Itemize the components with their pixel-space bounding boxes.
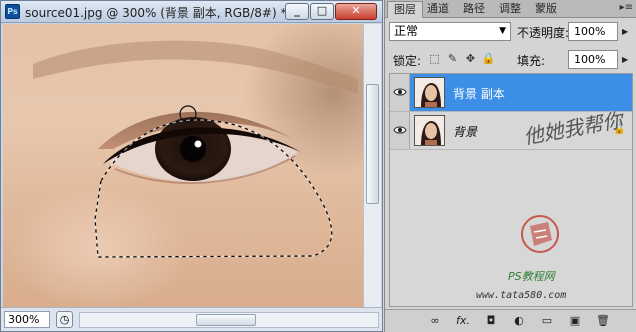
watermark-site-url: www.tata580.com bbox=[476, 290, 566, 301]
fill-input[interactable]: 100% bbox=[568, 50, 618, 69]
tab-masks[interactable]: 蒙版 bbox=[529, 1, 563, 18]
panel-tab-bar: 图层 通道 路径 调整 蒙版 ▸≡ bbox=[385, 0, 636, 18]
panel-menu-icon[interactable]: ▸≡ bbox=[620, 2, 633, 13]
navigator-icon[interactable]: ◷ bbox=[56, 311, 73, 328]
tab-adjustments[interactable]: 调整 bbox=[493, 1, 527, 18]
blend-mode-select[interactable]: 正常 ▼ bbox=[389, 22, 511, 41]
image-canvas[interactable] bbox=[3, 24, 363, 307]
eye-icon bbox=[393, 126, 407, 134]
close-button[interactable]: ✕ bbox=[335, 3, 377, 20]
adjustment-icon[interactable]: ◐ bbox=[511, 314, 527, 328]
horizontal-scrollbar[interactable] bbox=[79, 312, 379, 328]
document-window: Ps source01.jpg @ 300% (背景 副本, RGB/8#) *… bbox=[0, 0, 383, 332]
opacity-dropdown-icon[interactable]: ▶ bbox=[622, 27, 628, 36]
lock-transparent-icon[interactable]: ⬚ bbox=[427, 51, 442, 66]
horizontal-scroll-thumb[interactable] bbox=[196, 314, 256, 326]
layer-thumbnail bbox=[414, 115, 445, 146]
layer-name[interactable]: 背景 副本 bbox=[453, 85, 505, 102]
tab-layers[interactable]: 图层 bbox=[387, 1, 423, 18]
tab-channels[interactable]: 通道 bbox=[421, 1, 455, 18]
layer-row-background-copy[interactable]: 背景 副本 bbox=[390, 74, 632, 112]
panel-footer: ∞ fx. ◘ ◐ ▭ ▣ 🗑 bbox=[385, 309, 636, 332]
minimize-button[interactable]: _ bbox=[285, 3, 309, 20]
eye-image bbox=[33, 40, 358, 258]
lock-icon: 🔒 bbox=[613, 124, 626, 135]
document-statusbar: 300% ◷ bbox=[1, 307, 382, 331]
document-title: source01.jpg @ 300% (背景 副本, RGB/8#) * bbox=[25, 6, 287, 20]
visibility-toggle[interactable] bbox=[390, 74, 410, 111]
new-layer-icon[interactable]: ▣ bbox=[567, 314, 583, 328]
eyebrow bbox=[33, 40, 358, 94]
chevron-down-icon: ▼ bbox=[499, 26, 506, 36]
lock-position-icon[interactable]: ✥ bbox=[463, 51, 478, 66]
layers-list: 背景 副本 背景 🔒 他她我帮你 PS教程网 www.tata580.com bbox=[389, 73, 633, 307]
layer-row-background[interactable]: 背景 🔒 bbox=[390, 112, 632, 150]
eye-highlight bbox=[194, 140, 202, 148]
blend-mode-value: 正常 bbox=[394, 24, 419, 38]
delete-icon[interactable]: 🗑 bbox=[595, 314, 611, 328]
vertical-scrollbar[interactable] bbox=[363, 24, 381, 307]
photoshop-logo-icon: Ps bbox=[5, 4, 20, 19]
watermark-site-title: PS教程网 bbox=[508, 270, 557, 283]
link-icon[interactable]: ∞ bbox=[427, 314, 443, 328]
layers-panel: 图层 通道 路径 调整 蒙版 ▸≡ 正常 ▼ 不透明度: 100% ▶ 锁定: … bbox=[384, 0, 636, 332]
fill-dropdown-icon[interactable]: ▶ bbox=[622, 55, 628, 64]
lock-label: 锁定: bbox=[393, 54, 422, 68]
layer-name[interactable]: 背景 bbox=[453, 123, 477, 140]
document-titlebar[interactable]: Ps source01.jpg @ 300% (背景 副本, RGB/8#) *… bbox=[1, 1, 382, 23]
opacity-label: 不透明度: bbox=[517, 26, 570, 40]
maximize-button[interactable]: □ bbox=[310, 3, 334, 20]
opacity-input[interactable]: 100% bbox=[568, 22, 618, 41]
fill-label: 填充: bbox=[517, 54, 546, 68]
tab-paths[interactable]: 路径 bbox=[457, 1, 491, 18]
zoom-field[interactable]: 300% bbox=[4, 311, 50, 328]
group-icon[interactable]: ▭ bbox=[539, 314, 555, 328]
layer-thumbnail bbox=[414, 77, 445, 108]
vertical-scroll-thumb[interactable] bbox=[366, 84, 379, 204]
pupil bbox=[180, 136, 206, 162]
eye-icon bbox=[393, 88, 407, 96]
mask-icon[interactable]: ◘ bbox=[483, 314, 499, 328]
lock-all-icon[interactable]: 🔒 bbox=[481, 51, 496, 66]
lock-pixels-icon[interactable]: ✎ bbox=[445, 51, 460, 66]
visibility-toggle[interactable] bbox=[390, 112, 410, 149]
fx-icon[interactable]: fx. bbox=[455, 314, 471, 328]
red-seal-icon bbox=[521, 215, 559, 253]
